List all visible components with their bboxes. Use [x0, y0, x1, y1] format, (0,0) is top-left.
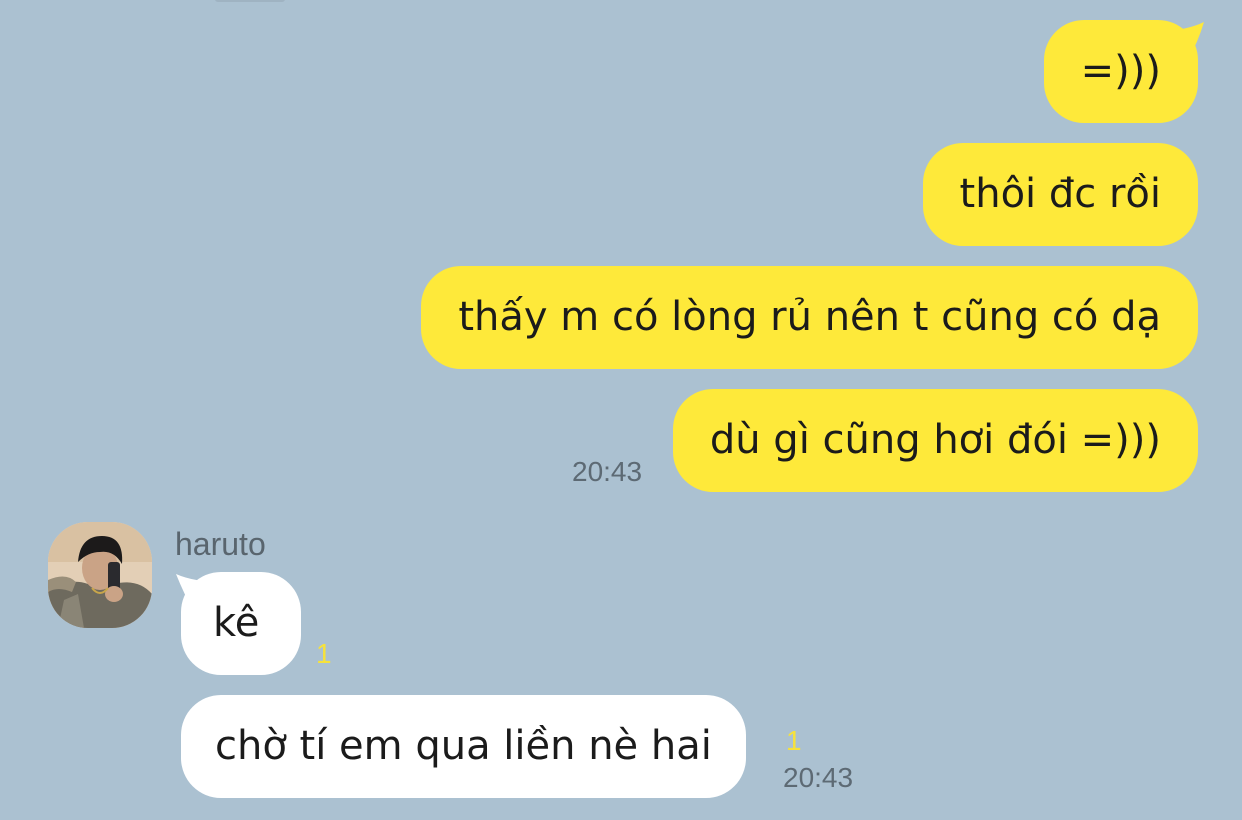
message-timestamp: 20:43	[783, 762, 854, 793]
message-text: thấy m có lòng rủ nên t cũng có dạ	[458, 294, 1161, 340]
chat-room: =))) thôi đc rồi thấy m có lòng rủ nên t…	[0, 0, 1242, 820]
sender-name: haruto	[175, 526, 266, 562]
message-text: kê	[213, 600, 260, 646]
outgoing-message-bubble[interactable]: thôi đc rồi	[922, 143, 1198, 246]
profile-photo-icon	[48, 522, 152, 628]
contact-avatar[interactable]	[48, 522, 152, 628]
outgoing-message-bubble[interactable]: =)))	[1043, 20, 1198, 123]
message-text: =)))	[1080, 48, 1161, 94]
message-text: chờ tí em qua liền nè hai	[215, 723, 712, 769]
incoming-message-bubble[interactable]: chờ tí em qua liền nè hai	[181, 695, 746, 798]
message-text: thôi đc rồi	[959, 171, 1161, 217]
outgoing-message-bubble[interactable]: dù gì cũng hơi đói =)))	[672, 389, 1198, 492]
incoming-message-bubble[interactable]: kê	[181, 572, 301, 675]
message-text: dù gì cũng hơi đói =)))	[709, 417, 1161, 463]
unread-count: 1	[786, 725, 802, 756]
outgoing-message-bubble[interactable]: thấy m có lòng rủ nên t cũng có dạ	[421, 266, 1198, 369]
message-timestamp: 20:43	[572, 456, 643, 487]
previous-message-edge	[215, 0, 285, 2]
unread-count: 1	[316, 638, 332, 669]
